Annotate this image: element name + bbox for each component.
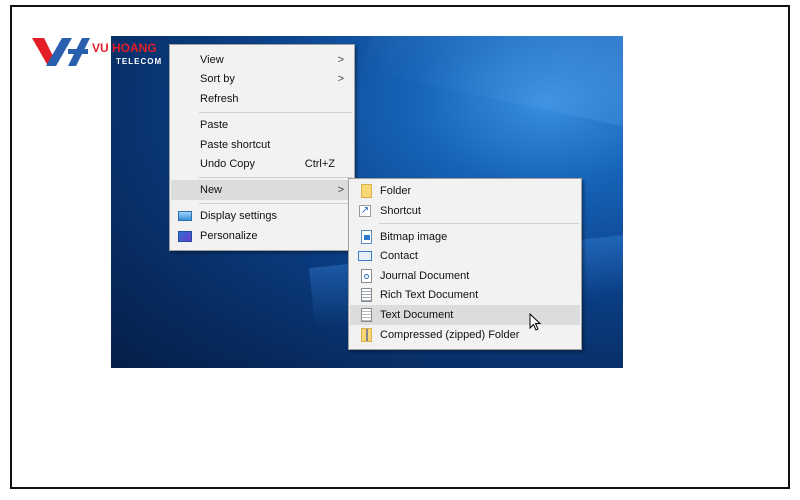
menu-item-label: Sort by bbox=[200, 73, 235, 85]
menu-separator bbox=[199, 112, 352, 113]
menu-item-label: Undo Copy bbox=[200, 158, 256, 170]
menu-item-label: Compressed (zipped) Folder bbox=[380, 329, 520, 341]
menu-separator bbox=[199, 177, 352, 178]
submenu-item-shortcut[interactable]: ↗ Shortcut bbox=[350, 201, 580, 221]
menu-item-label: Refresh bbox=[200, 93, 239, 105]
contact-icon bbox=[358, 251, 372, 261]
menu-item-label: Paste shortcut bbox=[200, 139, 271, 151]
chevron-right-icon: > bbox=[337, 73, 344, 85]
logo-mark-icon: VU HOANG TELECOM bbox=[32, 38, 162, 66]
submenu-item-text-document[interactable]: Text Document bbox=[350, 305, 580, 325]
wallpaper-light bbox=[363, 36, 623, 159]
menu-item-label: Paste bbox=[200, 119, 229, 131]
logo: VU HOANG TELECOM bbox=[32, 36, 162, 75]
folder-icon bbox=[361, 184, 372, 198]
menu-item-paste-shortcut[interactable]: Paste shortcut bbox=[171, 135, 353, 155]
menu-item-label: Personalize bbox=[200, 230, 258, 242]
personalize-icon bbox=[178, 231, 192, 242]
new-submenu: Folder ↗ Shortcut Bitmap image Contact Jo… bbox=[348, 178, 582, 350]
menu-item-refresh[interactable]: Refresh bbox=[171, 89, 353, 109]
shortcut-icon: ↗ bbox=[359, 205, 371, 217]
menu-item-display-settings[interactable]: Display settings bbox=[171, 206, 353, 226]
menu-item-new[interactable]: New > bbox=[171, 180, 353, 200]
submenu-item-zip-folder[interactable]: Compressed (zipped) Folder bbox=[350, 325, 580, 345]
menu-item-label: Folder bbox=[380, 185, 412, 197]
menu-item-label: Contact bbox=[380, 250, 418, 262]
journal-icon bbox=[361, 269, 372, 283]
menu-item-personalize[interactable]: Personalize bbox=[171, 226, 353, 246]
submenu-item-journal[interactable]: Journal Document bbox=[350, 266, 580, 286]
zip-folder-icon bbox=[361, 328, 372, 342]
logo-sub: TELECOM bbox=[116, 57, 162, 66]
shortcut-text: Ctrl+Z bbox=[304, 158, 335, 170]
submenu-item-folder[interactable]: Folder bbox=[350, 181, 580, 201]
submenu-item-bitmap[interactable]: Bitmap image bbox=[350, 227, 580, 247]
chevron-right-icon: > bbox=[337, 184, 344, 196]
display-icon bbox=[178, 211, 192, 221]
context-menu: View > Sort by > Refresh Paste Paste short… bbox=[169, 44, 355, 251]
text-document-icon bbox=[361, 308, 372, 322]
submenu-item-rich-text[interactable]: Rich Text Document bbox=[350, 285, 580, 305]
menu-item-label: Rich Text Document bbox=[380, 289, 479, 301]
menu-item-label: View bbox=[200, 54, 224, 66]
menu-separator bbox=[379, 223, 579, 224]
menu-item-label: Display settings bbox=[200, 210, 278, 222]
chevron-right-icon: > bbox=[337, 54, 344, 66]
logo-brand: VU HOANG bbox=[92, 41, 157, 55]
menu-item-undo-copy[interactable]: Undo Copy Ctrl+Z bbox=[171, 154, 353, 174]
bitmap-icon bbox=[361, 230, 372, 244]
menu-item-label: Text Document bbox=[380, 309, 454, 321]
submenu-item-contact[interactable]: Contact bbox=[350, 246, 580, 266]
menu-separator bbox=[199, 203, 352, 204]
menu-item-sort-by[interactable]: Sort by > bbox=[171, 69, 353, 89]
menu-item-label: New bbox=[200, 184, 223, 196]
rich-text-icon bbox=[361, 288, 372, 302]
menu-item-label: Journal Document bbox=[380, 270, 470, 282]
menu-item-label: Shortcut bbox=[380, 205, 421, 217]
mouse-cursor-icon bbox=[529, 313, 542, 331]
menu-item-view[interactable]: View > bbox=[171, 50, 353, 70]
menu-item-paste[interactable]: Paste bbox=[171, 115, 353, 135]
menu-item-label: Bitmap image bbox=[380, 231, 448, 243]
